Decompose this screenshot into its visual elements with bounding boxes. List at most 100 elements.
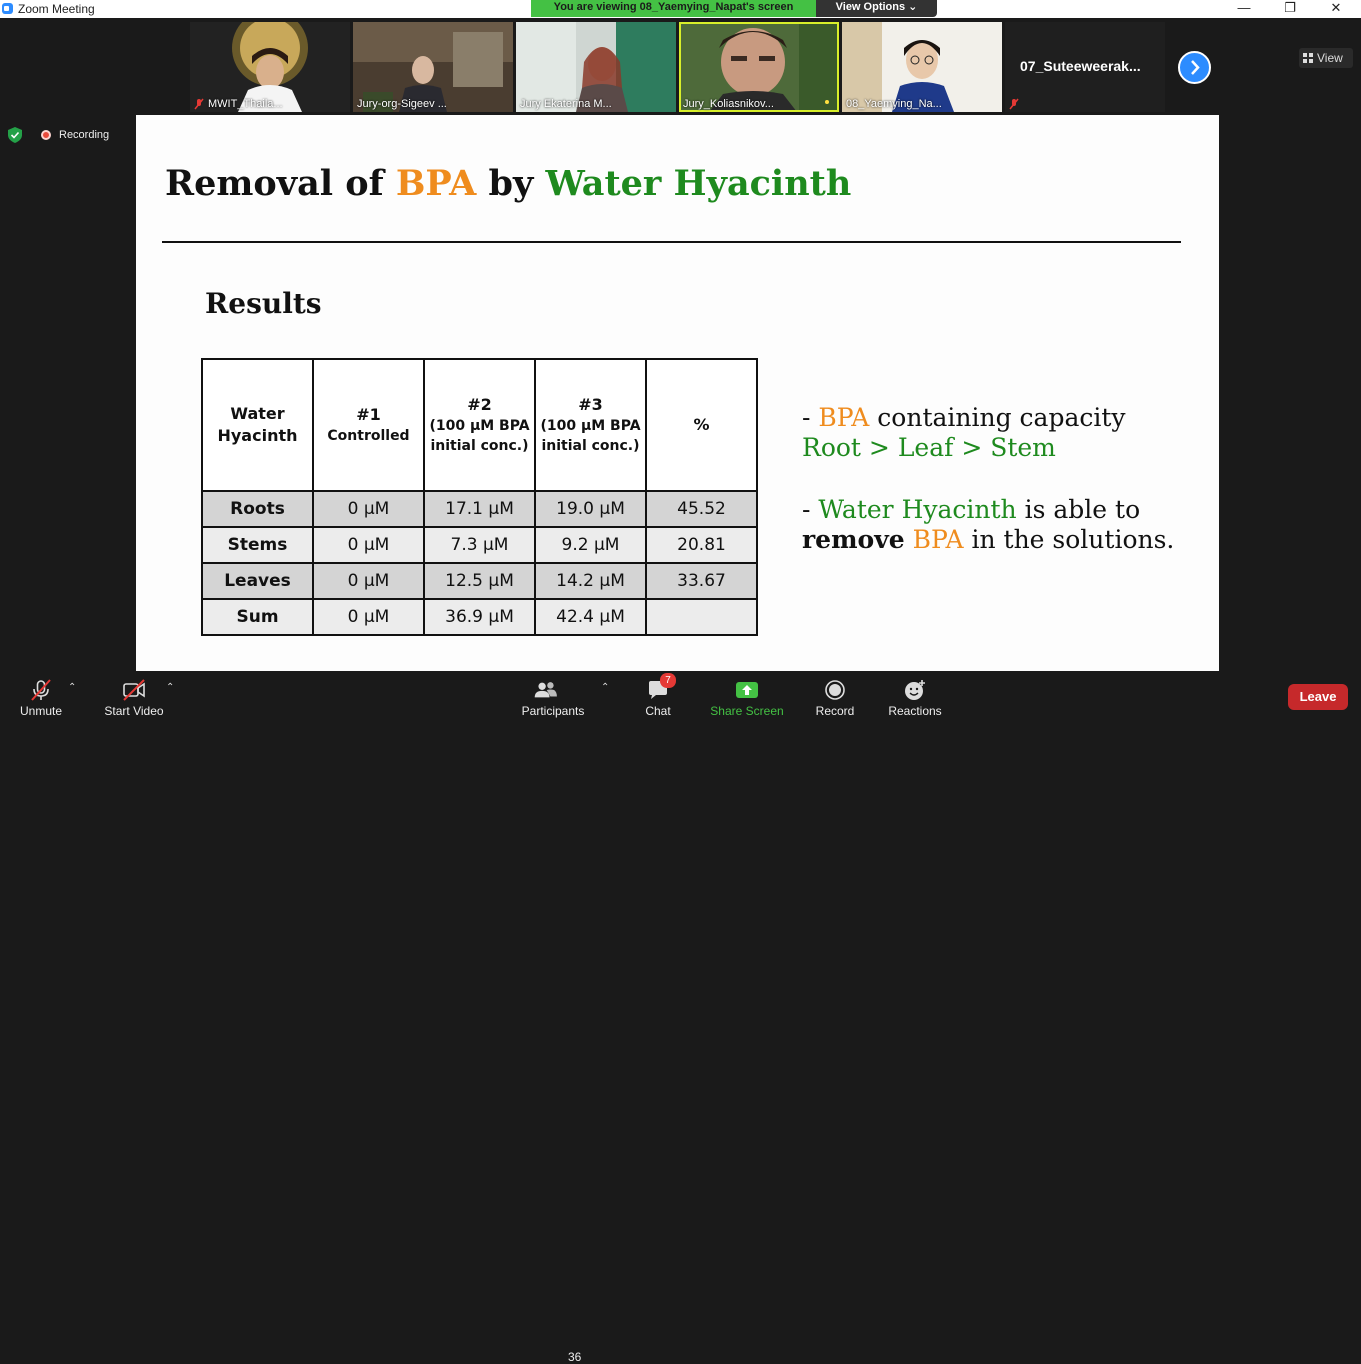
bpa-term: BPA: [912, 525, 964, 554]
view-options-button[interactable]: View Options ⌄: [816, 0, 937, 17]
header-sub: (100 μM BPA initial conc.): [429, 418, 530, 454]
participant-tile[interactable]: Jury-org-Sigeev ...: [353, 22, 513, 112]
header-main: #1: [356, 405, 381, 424]
title-text: by: [476, 163, 546, 204]
header-main: #3: [578, 395, 603, 414]
results-table: Water Hyacinth #1 Controlled #2 (100 μM BP…: [201, 358, 758, 636]
reactions-label: Reactions: [888, 704, 942, 718]
participants-count: 36: [568, 1350, 582, 1364]
screen-share-banner: You are viewing 08_Yaemying_Napat's scre…: [531, 0, 816, 17]
chat-unread-badge: 7: [660, 673, 676, 688]
record-label: Record: [815, 704, 855, 718]
header-main: Water Hyacinth: [217, 404, 298, 445]
view-label: View: [1317, 51, 1343, 65]
plant-term: Water Hyacinth: [818, 495, 1017, 524]
participant-name: MWIT_Thaila...: [208, 98, 283, 110]
close-icon[interactable]: ✕: [1313, 0, 1359, 18]
audio-options-caret-icon[interactable]: ⌃: [68, 683, 78, 693]
row-label: Roots: [201, 490, 314, 528]
header-main: #2: [467, 395, 492, 414]
recording-indicator[interactable]: Recording: [37, 126, 119, 144]
recording-label: Recording: [59, 129, 110, 141]
participant-strip: MWIT_Thaila... Jury-org-Sigeev ... Jury …: [0, 18, 1361, 114]
next-page-button[interactable]: [1178, 51, 1211, 84]
participants-options-caret-icon[interactable]: ⌃: [601, 683, 611, 693]
table-header: #3 (100 μM BPA initial conc.): [534, 358, 647, 492]
participant-tile[interactable]: MWIT_Thaila...: [190, 22, 350, 112]
table-cell: 0 μM: [312, 490, 425, 528]
window-title: Zoom Meeting: [18, 2, 95, 16]
table-row: Leaves 0 μM 12.5 μM 14.2 μM 33.67: [201, 562, 758, 600]
finding-2: - Water Hyacinth is able to remove BPA i…: [802, 495, 1174, 555]
table-cell: 0 μM: [312, 598, 425, 636]
finding-text: in the solutions.: [963, 525, 1175, 554]
start-video-button[interactable]: Start Video: [98, 671, 170, 719]
participant-tile[interactable]: 07_Suteeweerak...: [1005, 22, 1165, 112]
table-cell: 42.4 μM: [534, 598, 647, 636]
muted-mic-icon: [194, 98, 204, 110]
participant-name: Jury-org-Sigeev ...: [357, 98, 447, 110]
participant-tile-active[interactable]: Jury_Koliasnikov...: [679, 22, 839, 112]
table-row: Roots 0 μM 17.1 μM 19.0 μM 45.52: [201, 490, 758, 528]
table-cell: 12.5 μM: [423, 562, 536, 600]
table-cell: 36.9 μM: [423, 598, 536, 636]
finding-text: containing capacity: [869, 403, 1126, 432]
table-header: %: [645, 358, 758, 492]
table-cell: 0 μM: [312, 562, 425, 600]
participant-tile[interactable]: 08_Yaemying_Na...: [842, 22, 1002, 112]
view-layout-button[interactable]: View: [1299, 48, 1353, 68]
row-label: Stems: [201, 526, 314, 564]
table-cell: 20.81: [645, 526, 758, 564]
share-screen-button[interactable]: Share Screen: [708, 671, 786, 719]
header-sub: Controlled: [327, 428, 410, 444]
title-bpa: BPA: [395, 163, 477, 204]
table-cell: 7.3 μM: [423, 526, 536, 564]
participants-label: Participants: [521, 704, 585, 718]
restore-icon[interactable]: ❐: [1267, 0, 1313, 18]
slide-title: Removal of BPA by Water Hyacinth: [165, 163, 851, 204]
participant-name: Jury Ekaterina M...: [520, 98, 612, 110]
row-label: Leaves: [201, 562, 314, 600]
video-options-caret-icon[interactable]: ⌃: [166, 683, 176, 693]
smiley-plus-icon: [905, 680, 925, 700]
results-heading: Results: [205, 287, 322, 320]
table-row: Sum 0 μM 36.9 μM 42.4 μM: [201, 598, 758, 636]
bullet-dash: -: [802, 403, 819, 432]
minimize-icon[interactable]: —: [1221, 0, 1267, 18]
table-cell: 33.67: [645, 562, 758, 600]
table-header: Water Hyacinth: [201, 358, 314, 492]
record-button[interactable]: Record: [810, 671, 860, 719]
participant-tile[interactable]: Jury Ekaterina M...: [516, 22, 676, 112]
leave-button[interactable]: Leave: [1288, 684, 1348, 710]
chevron-right-icon: [1191, 60, 1200, 75]
table-cell: 19.0 μM: [534, 490, 647, 528]
row-label: Sum: [201, 598, 314, 636]
unmute-button[interactable]: Unmute: [12, 671, 70, 719]
participant-name: 08_Yaemying_Na...: [846, 98, 942, 110]
muted-mic-icon: [31, 679, 51, 701]
muted-mic-icon: [1009, 98, 1019, 110]
grid-icon: [1303, 53, 1313, 63]
table-header: #1 Controlled: [312, 358, 425, 492]
bpa-term: BPA: [818, 403, 870, 432]
title-plant: Water Hyacinth: [545, 163, 852, 204]
participant-name: Jury_Koliasnikov...: [683, 98, 774, 110]
shared-screen: Removal of BPA by Water Hyacinth Results…: [136, 115, 1219, 671]
chat-label: Chat: [645, 704, 671, 718]
video-off-icon: [123, 679, 145, 701]
security-shield-icon[interactable]: [8, 127, 22, 143]
participants-icon: [534, 682, 557, 698]
meeting-toolbar: Unmute ⌃ Start Video ⌃ Participants 36 ⌃…: [0, 671, 1361, 1364]
capacity-order: Root > Leaf > Stem: [802, 433, 1056, 462]
recording-dot-icon: [41, 130, 51, 140]
participant-name: 07_Suteeweerak...: [1020, 58, 1141, 74]
bullet-dash: -: [802, 495, 819, 524]
title-text: Removal of: [165, 163, 396, 204]
header-main: %: [693, 415, 710, 434]
start-video-label: Start Video: [104, 704, 164, 718]
table-cell: [645, 598, 758, 636]
reactions-button[interactable]: Reactions: [884, 671, 946, 719]
table-cell: 17.1 μM: [423, 490, 536, 528]
participants-button[interactable]: Participants: [518, 671, 588, 719]
header-sub: (100 μM BPA initial conc.): [540, 418, 641, 454]
